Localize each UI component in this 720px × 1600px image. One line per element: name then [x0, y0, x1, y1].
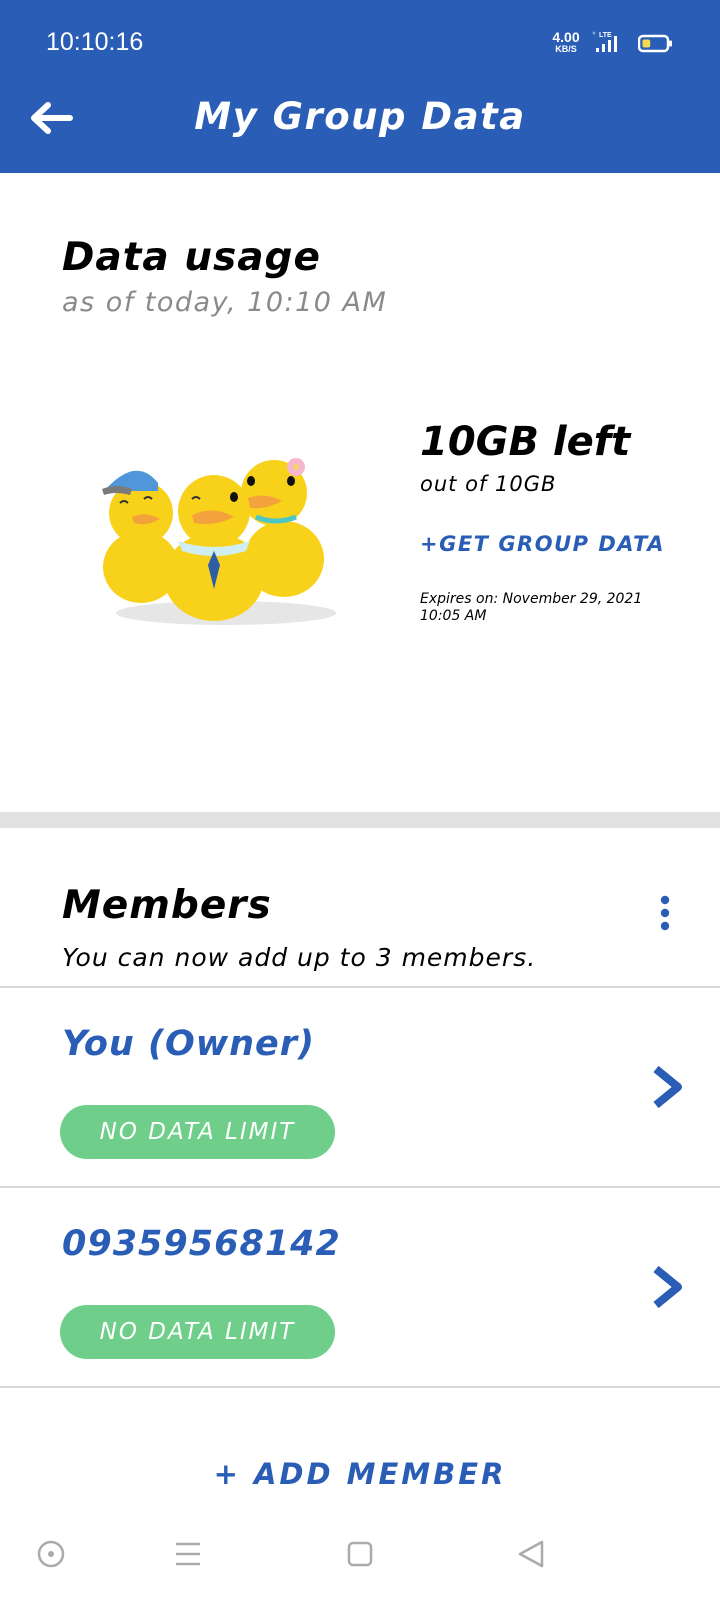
data-limit-badge: NO DATA LIMIT: [60, 1105, 335, 1159]
system-nav-bar: [0, 1520, 720, 1600]
battery-icon: [638, 34, 672, 53]
more-vertical-icon[interactable]: [650, 893, 680, 933]
member-row-2[interactable]: 09359568142 NO DATA LIMIT: [0, 1188, 720, 1386]
add-member-button[interactable]: + ADD MEMBER: [0, 1457, 720, 1491]
data-limit-badge: NO DATA LIMIT: [60, 1305, 335, 1359]
chevron-right-icon: [653, 1265, 682, 1309]
member-name: You (Owner): [62, 1024, 315, 1064]
members-subtitle: You can now add up to 3 members.: [62, 943, 537, 972]
network-type: LTE: [599, 32, 612, 39]
network-speed: 4.00 KB/S: [546, 30, 586, 54]
app-header: 10:10:16 4.00 KB/S LTE My Group Data: [0, 0, 720, 173]
page-title: My Group Data: [194, 95, 526, 138]
assistant-icon[interactable]: [11, 1520, 91, 1600]
network-speed-unit: KB/S: [555, 44, 577, 54]
data-total: out of 10GB: [420, 472, 557, 496]
ducks-illustration: [102, 458, 336, 625]
signal-icon: LTE: [592, 31, 617, 52]
member-name: 09359568142: [62, 1224, 341, 1264]
network-speed-value: 4.00: [552, 29, 580, 45]
members-title: Members: [62, 883, 272, 928]
get-group-data-link[interactable]: +GET GROUP DATA: [420, 532, 665, 556]
data-usage-subtitle: as of today, 10:10 AM: [62, 287, 388, 318]
row-separator: [0, 1386, 720, 1388]
data-remaining: 10GB left: [420, 419, 631, 465]
menu-icon[interactable]: [148, 1520, 228, 1600]
status-time: 10:10:16: [46, 28, 144, 56]
member-row-owner[interactable]: You (Owner) NO DATA LIMIT: [0, 988, 720, 1186]
home-icon[interactable]: [320, 1520, 400, 1600]
section-divider: [0, 812, 720, 828]
chevron-right-icon: [653, 1065, 682, 1109]
expiry-date: Expires on: November 29, 2021 10:05 AM: [420, 591, 643, 624]
back-icon[interactable]: [490, 1520, 570, 1600]
data-usage-title: Data usage: [62, 235, 321, 280]
